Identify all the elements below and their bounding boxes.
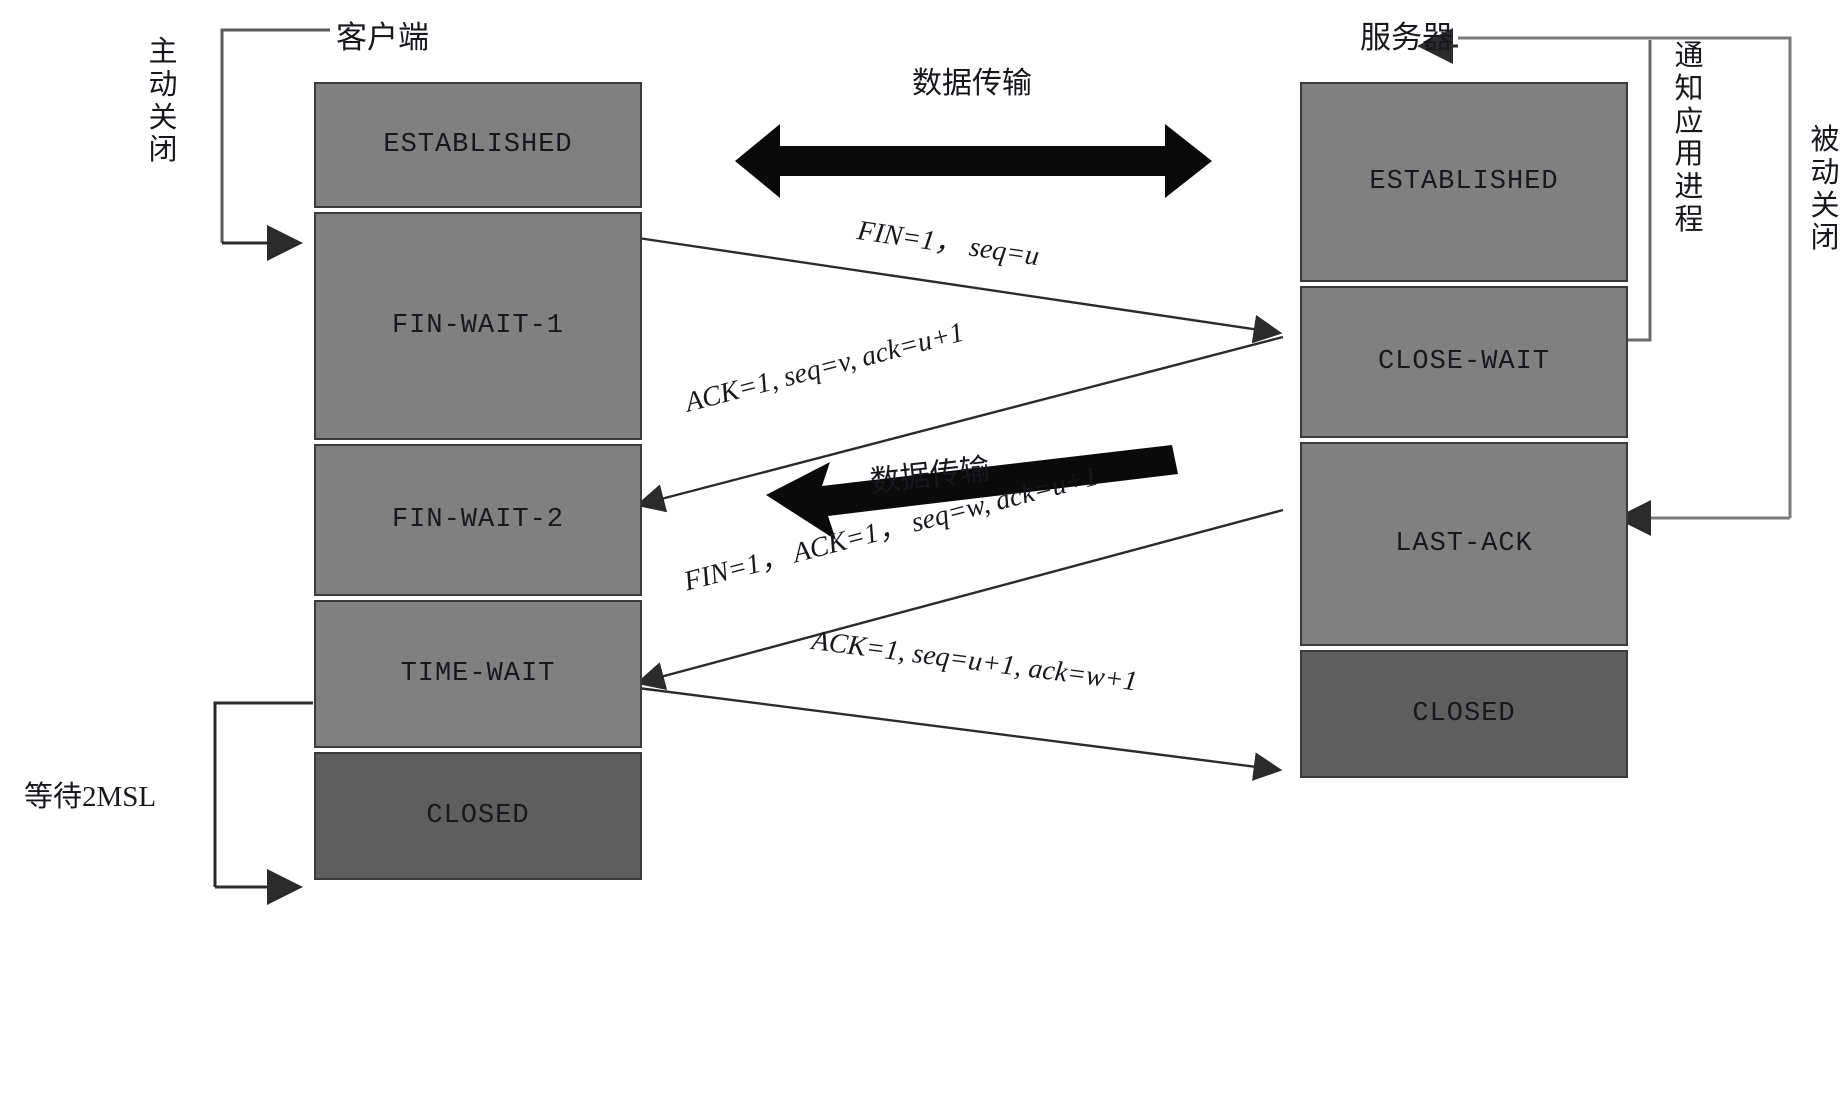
server-state-close-wait-label: CLOSE-WAIT bbox=[1377, 347, 1551, 377]
annotation-passive-close: 被动关闭 bbox=[1810, 124, 1840, 255]
client-state-closed: CLOSED bbox=[314, 752, 642, 880]
client-state-closed-label: CLOSED bbox=[426, 801, 530, 831]
server-state-established: ESTABLISHED bbox=[1300, 82, 1628, 282]
server-state-last-ack-label: LAST-ACK bbox=[1395, 529, 1533, 559]
message-line-ack-seq-u1 bbox=[637, 686, 1283, 781]
tcp-four-way-handshake-diagram: 客户端 服务器 ESTABLISHED FIN-WAIT-1 FIN-WAIT-… bbox=[0, 0, 1844, 1094]
server-state-established-label: ESTABLISHED bbox=[1369, 167, 1559, 197]
client-state-fin-wait-2-label: FIN-WAIT-2 bbox=[391, 505, 565, 535]
annotation-notify-app: 通知应用进程 bbox=[1674, 40, 1704, 236]
client-state-fin-wait-2: FIN-WAIT-2 bbox=[314, 444, 642, 596]
data-transfer-label-top: 数据传输 bbox=[912, 67, 1032, 100]
client-state-time-wait: TIME-WAIT bbox=[314, 600, 642, 748]
server-state-closed: CLOSED bbox=[1300, 650, 1628, 778]
data-transfer-arrow-top bbox=[735, 124, 1212, 198]
server-state-close-wait: CLOSE-WAIT bbox=[1300, 286, 1628, 438]
client-state-established-label: ESTABLISHED bbox=[383, 130, 573, 160]
wait-2msl-bracket bbox=[213, 701, 313, 905]
client-state-fin-wait-1: FIN-WAIT-1 bbox=[314, 212, 642, 440]
client-title: 客户端 bbox=[336, 20, 429, 55]
server-state-last-ack: LAST-ACK bbox=[1300, 442, 1628, 646]
client-state-established: ESTABLISHED bbox=[314, 82, 642, 208]
annotation-active-close: 主动关闭 bbox=[148, 36, 178, 167]
server-state-closed-label: CLOSED bbox=[1412, 699, 1516, 729]
client-state-time-wait-label: TIME-WAIT bbox=[400, 659, 556, 689]
annotation-wait-2msl: 等待2MSL bbox=[24, 781, 157, 813]
server-title: 服务器 bbox=[1360, 20, 1453, 55]
client-state-fin-wait-1-label: FIN-WAIT-1 bbox=[391, 311, 565, 341]
